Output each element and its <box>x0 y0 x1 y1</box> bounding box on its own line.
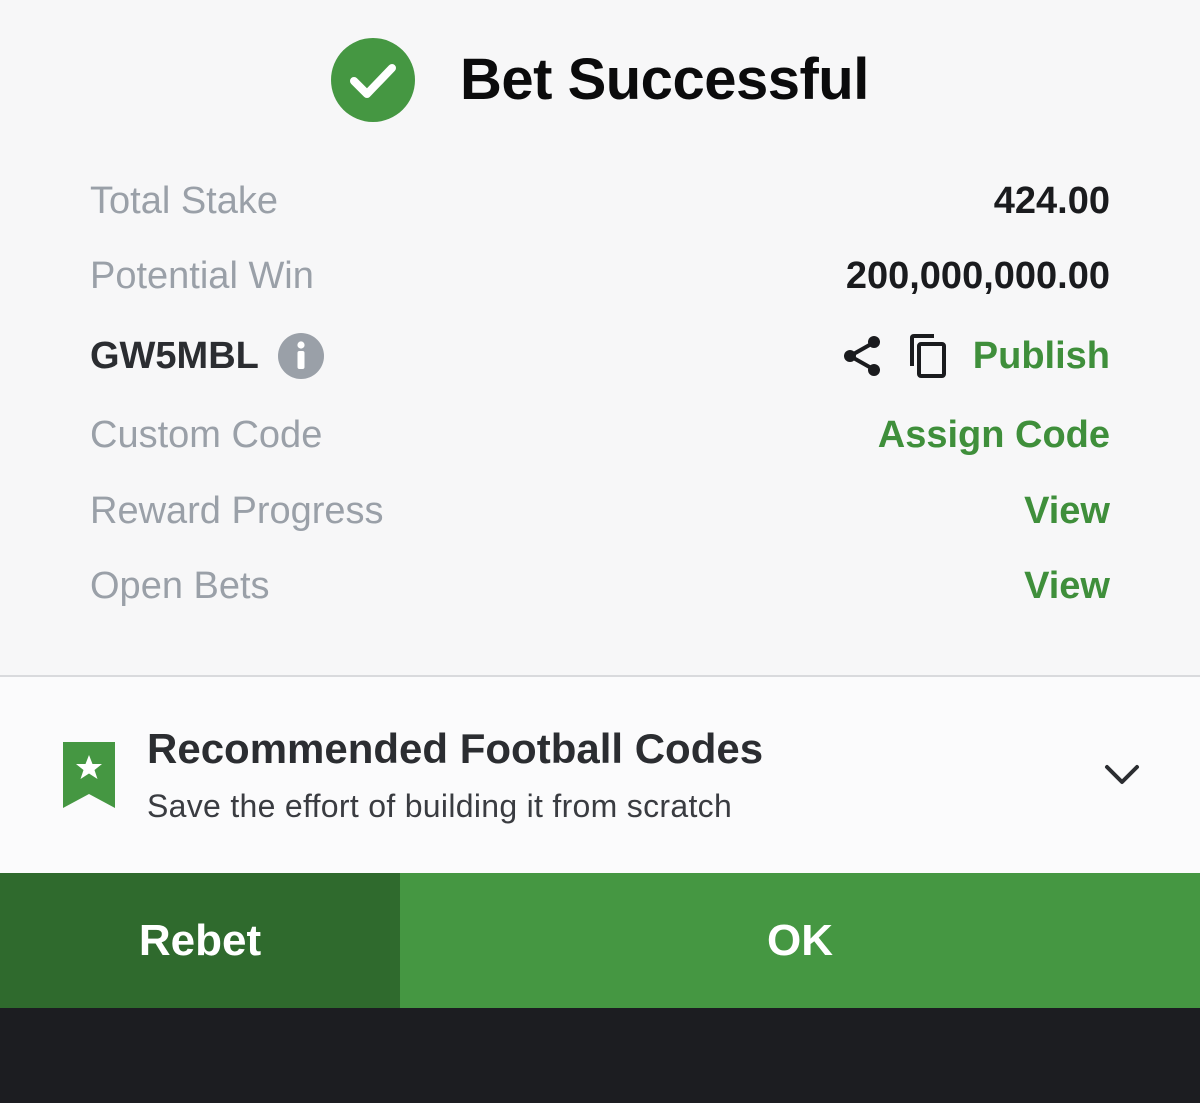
check-circle-icon <box>331 38 415 122</box>
booking-code: GW5MBL <box>90 335 259 377</box>
publish-button[interactable]: Publish <box>973 326 1110 386</box>
custom-code-row: Custom Code Assign Code <box>90 405 1110 465</box>
reward-progress-label: Reward Progress <box>90 490 384 532</box>
bet-summary-panel: Bet Successful Total Stake 424.00 Potent… <box>0 0 1200 675</box>
potential-win-row: Potential Win 200,000,000.00 <box>90 246 1110 306</box>
booking-code-row: GW5MBL Publish <box>90 326 1110 386</box>
header: Bet Successful <box>0 0 1200 160</box>
custom-code-label: Custom Code <box>90 414 323 456</box>
recommended-subtitle: Save the effort of building it from scra… <box>147 788 733 824</box>
ok-button[interactable]: OK <box>400 873 1200 1008</box>
share-icon[interactable] <box>840 334 884 378</box>
assign-code-button[interactable]: Assign Code <box>878 405 1110 465</box>
reward-progress-view-button[interactable]: View <box>1024 481 1110 541</box>
bet-confirmation-page: Bet Successful Total Stake 424.00 Potent… <box>0 0 1200 1103</box>
copy-icon[interactable] <box>906 332 950 380</box>
info-icon[interactable] <box>278 333 324 379</box>
recommended-title: Recommended Football Codes <box>147 725 764 772</box>
potential-win-label: Potential Win <box>90 255 314 297</box>
potential-win-value: 200,000,000.00 <box>845 255 1110 297</box>
total-stake-label: Total Stake <box>90 180 278 222</box>
recommended-codes-section[interactable]: Recommended Football Codes Save the effo… <box>0 677 1200 873</box>
total-stake-row: Total Stake 424.00 <box>90 171 1110 231</box>
reward-progress-row: Reward Progress View <box>90 481 1110 541</box>
page-title: Bet Successful <box>460 47 869 112</box>
open-bets-label: Open Bets <box>90 565 270 607</box>
action-buttons: Rebet OK <box>0 873 1200 1008</box>
open-bets-row: Open Bets View <box>90 556 1110 616</box>
open-bets-view-button[interactable]: View <box>1024 556 1110 616</box>
total-stake-value: 424.00 <box>993 180 1110 222</box>
rebet-button[interactable]: Rebet <box>0 873 400 1008</box>
bottom-bar <box>0 1008 1200 1103</box>
chevron-down-icon[interactable] <box>1102 759 1142 789</box>
bookmark-star-icon <box>63 742 115 808</box>
